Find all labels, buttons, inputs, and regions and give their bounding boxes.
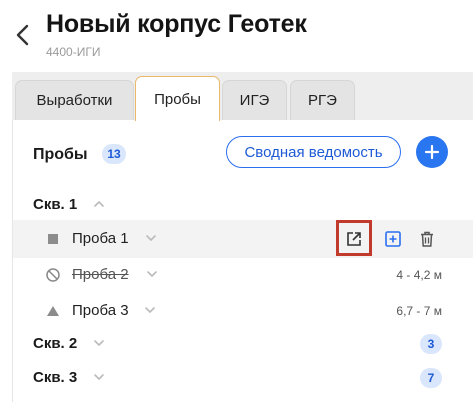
add-sample-button[interactable] [416, 136, 448, 168]
add-subitem-button[interactable] [381, 227, 405, 251]
samples-count-badge: 13 [102, 144, 126, 164]
back-arrow-icon[interactable] [14, 22, 32, 48]
sample-name: Проба 2 [72, 266, 129, 283]
triangle-icon [47, 306, 59, 316]
borehole-group-1[interactable]: Скв. 1 [13, 190, 473, 220]
project-code: 4400-ИГИ [46, 45, 101, 59]
tab-ige[interactable]: ИГЭ [222, 80, 287, 120]
open-sample-button[interactable] [342, 227, 366, 251]
borehole-name: Скв. 3 [33, 369, 78, 386]
plus-square-icon [385, 231, 401, 247]
chevron-down-icon[interactable] [145, 232, 157, 244]
borehole-group-3[interactable]: Скв. 3 7 [13, 363, 473, 393]
sample-row[interactable]: Проба 3 6,7 - 7 м [13, 292, 473, 330]
square-icon [48, 234, 58, 244]
sample-name: Проба 3 [72, 302, 129, 319]
borehole-count-badge: 3 [420, 334, 442, 354]
samples-panel: Пробы 13 Сводная ведомость Скв. 1 Проба … [12, 120, 473, 402]
borehole-name: Скв. 2 [33, 335, 78, 352]
tab-vyrabotki[interactable]: Выработки [15, 80, 134, 120]
prohibited-icon [46, 268, 60, 282]
tab-bar: Выработки Пробы ИГЭ РГЭ [12, 72, 473, 121]
delete-sample-button[interactable] [415, 227, 439, 251]
summary-sheet-button[interactable]: Сводная ведомость [226, 136, 401, 168]
borehole-name: Скв. 1 [33, 196, 78, 213]
trash-icon [421, 231, 433, 247]
chevron-down-icon[interactable] [93, 371, 105, 383]
sample-depth: 4 - 4,2 м [396, 268, 442, 282]
page-title: Новый корпус Геотек [46, 10, 307, 38]
chevron-up-icon[interactable] [93, 198, 105, 210]
sample-row[interactable]: Проба 2 4 - 4,2 м [13, 256, 473, 294]
borehole-group-2[interactable]: Скв. 2 3 [13, 329, 473, 359]
section-title: Пробы [33, 146, 88, 163]
external-link-icon [347, 232, 361, 246]
sample-name: Проба 1 [72, 230, 129, 247]
tab-rge[interactable]: РГЭ [290, 80, 355, 120]
sample-depth: 6,7 - 7 м [396, 304, 442, 318]
tab-proby[interactable]: Пробы [135, 76, 220, 121]
chevron-down-icon[interactable] [144, 304, 156, 316]
sample-row[interactable]: Проба 1 [13, 220, 473, 258]
page-header: Новый корпус Геотек 4400-ИГИ [0, 0, 473, 70]
chevron-down-icon[interactable] [93, 337, 105, 349]
borehole-count-badge: 7 [420, 368, 442, 388]
plus-icon [424, 144, 440, 160]
chevron-down-icon[interactable] [146, 268, 158, 280]
